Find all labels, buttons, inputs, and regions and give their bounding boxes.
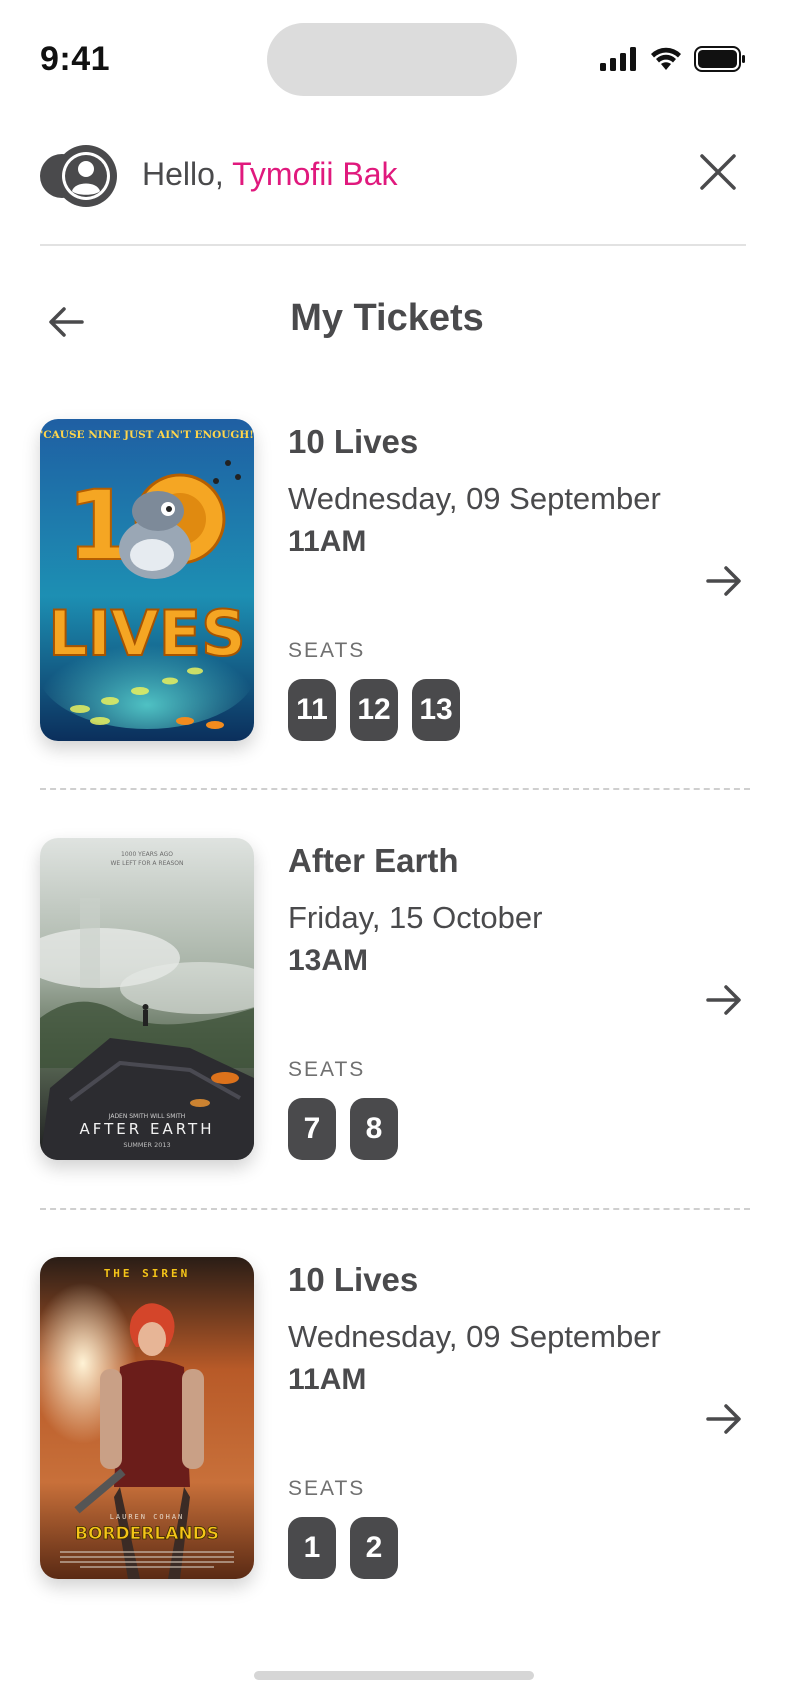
ticket-separator — [40, 788, 750, 790]
arrow-right-icon[interactable] — [702, 1397, 746, 1441]
show-date: Wednesday, 09 September — [288, 481, 661, 516]
seat-badge: 1 — [288, 1517, 336, 1579]
show-time: 11AM — [288, 1363, 367, 1396]
seat-list: 11 12 13 — [288, 679, 460, 741]
seat-list: 1 2 — [288, 1517, 398, 1579]
poster-logo: LIVES — [48, 597, 246, 670]
user-name: Tymofii Bak — [232, 156, 398, 192]
close-icon[interactable] — [696, 150, 740, 194]
svg-text:1: 1 — [67, 470, 134, 582]
user-circle-icon[interactable] — [40, 144, 118, 208]
ticket-separator — [40, 1208, 750, 1210]
poster-logo: AFTER EARTH — [80, 1120, 215, 1138]
seat-badge: 8 — [350, 1098, 398, 1160]
show-date: Wednesday, 09 September — [288, 1319, 661, 1354]
movie-title: 10 Lives — [288, 1261, 419, 1298]
poster-footer: SUMMER 2013 — [123, 1141, 170, 1149]
seat-badge: 12 — [350, 679, 398, 741]
seat-badge: 7 — [288, 1098, 336, 1160]
arrow-right-icon[interactable] — [702, 978, 746, 1022]
wifi-icon — [651, 47, 681, 70]
movie-poster: THE SIREN LAUREN COHAN BORDERLANDS — [40, 1257, 254, 1579]
poster-credits: JADEN SMITH WILL SMITH — [108, 1113, 186, 1120]
show-time: 13AM — [288, 944, 369, 977]
poster-tagline: 1000 YEARS AGO — [121, 851, 173, 858]
poster-tagline: 'CAUSE NINE JUST AIN'T ENOUGH! — [40, 429, 254, 441]
page-title: My Tickets — [290, 297, 484, 339]
poster-tagline-2: WE LEFT FOR A REASON — [110, 860, 183, 867]
ticket-card[interactable]: 'CAUSE NINE JUST AIN'T ENOUGH! 1 LIVES 1… — [40, 419, 746, 741]
show-time: 11AM — [288, 525, 367, 558]
movie-poster: 'CAUSE NINE JUST AIN'T ENOUGH! 1 LIVES — [40, 419, 254, 741]
arrow-right-icon[interactable] — [702, 559, 746, 603]
seats-label: SEATS — [288, 1477, 366, 1500]
movie-title: After Earth — [288, 842, 459, 879]
signal-icon — [600, 47, 636, 71]
home-indicator[interactable] — [254, 1671, 534, 1680]
poster-logo: BORDERLANDS — [75, 1524, 219, 1544]
battery-icon — [694, 46, 745, 72]
status-time: 9:41 — [40, 40, 111, 78]
movie-title: 10 Lives — [288, 423, 419, 460]
poster-tagline: THE SIREN — [104, 1267, 191, 1280]
show-date: Friday, 15 October — [288, 900, 543, 935]
ticket-info: After Earth Friday, 15 October 13AM SEAT… — [288, 838, 708, 1160]
ticket-card[interactable]: THE SIREN LAUREN COHAN BORDERLANDS 10 Li… — [40, 1257, 746, 1579]
ticket-info: 10 Lives Wednesday, 09 September 11AM SE… — [288, 1257, 708, 1579]
seat-badge: 11 — [288, 679, 336, 741]
seat-badge: 13 — [412, 679, 460, 741]
seat-list: 7 8 — [288, 1098, 398, 1160]
poster-credits: LAUREN COHAN — [110, 1513, 185, 1521]
status-icons — [600, 46, 746, 72]
seats-label: SEATS — [288, 1058, 366, 1081]
header-divider — [40, 244, 746, 246]
status-bar: 9:41 — [0, 0, 786, 120]
seat-badge: 2 — [350, 1517, 398, 1579]
movie-poster: 1000 YEARS AGO WE LEFT FOR A REASON JADE… — [40, 838, 254, 1160]
greeting-label: Hello, — [142, 156, 224, 192]
greeting-text: Hello, Tymofii Bak — [142, 156, 398, 193]
seats-label: SEATS — [288, 639, 366, 662]
ticket-card[interactable]: 1000 YEARS AGO WE LEFT FOR A REASON JADE… — [40, 838, 746, 1160]
user-header: Hello, Tymofii Bak — [40, 142, 746, 246]
dynamic-island — [267, 23, 517, 96]
ticket-info: 10 Lives Wednesday, 09 September 11AM SE… — [288, 419, 708, 741]
